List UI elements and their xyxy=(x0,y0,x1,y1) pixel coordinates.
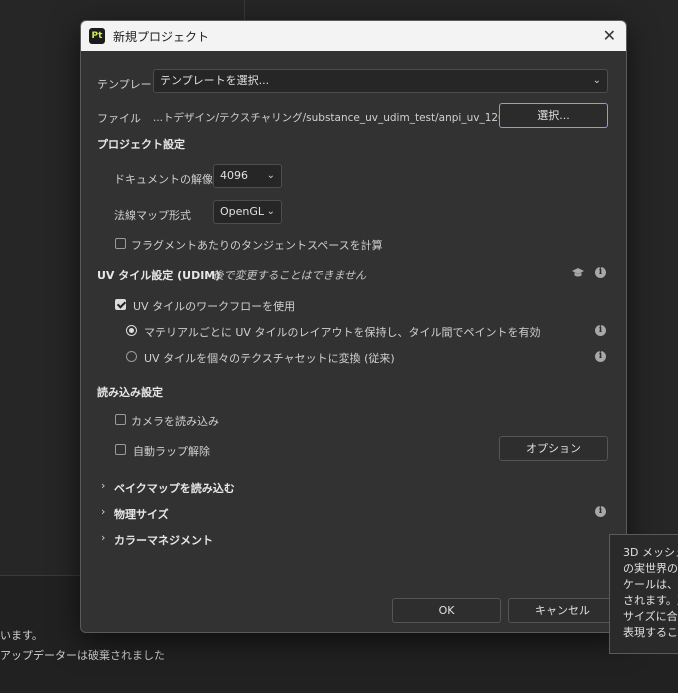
dialog-title: 新規プロジェクト xyxy=(113,30,210,44)
graduation-cap-icon[interactable] xyxy=(571,267,585,279)
uv-layout-radio-label: マテリアルごとに UV タイルのレイアウトを保持し、タイル間でペイントを有効 xyxy=(144,326,541,339)
dialog-titlebar: Pt 新規プロジェクト ✕ xyxy=(81,21,626,51)
camera-checkbox[interactable] xyxy=(115,414,126,425)
chevron-right-icon[interactable]: › xyxy=(101,479,105,492)
info-icon[interactable]: i xyxy=(595,325,606,336)
tooltip-line: ケールは、メ xyxy=(623,578,678,591)
project-settings-header: プロジェクト設定 xyxy=(97,138,185,151)
app-logo-icon: Pt xyxy=(89,28,105,44)
chevron-down-icon: ⌄ xyxy=(592,75,601,86)
template-select-value: テンプレートを選択... xyxy=(160,74,270,87)
auto-unwrap-checkbox[interactable] xyxy=(115,444,126,455)
file-label: ファイル xyxy=(97,112,141,125)
tooltip-line: 表現すること xyxy=(623,626,678,639)
normal-map-label: 法線マップ形式 xyxy=(114,209,191,222)
info-icon[interactable]: i xyxy=(595,351,606,362)
new-project-dialog: Pt 新規プロジェクト ✕ テンプレート テンプレートを選択... ⌄ ファイル… xyxy=(80,20,627,633)
chevron-down-icon: ⌄ xyxy=(266,170,275,181)
select-file-button[interactable]: 選択... xyxy=(499,103,608,128)
ok-button[interactable]: OK xyxy=(392,598,501,623)
info-icon[interactable]: i xyxy=(595,506,606,517)
physical-size-tooltip: 3D メッシュの の実世界の ケールは、メ されます。正 サイズに合わ 表現する… xyxy=(609,534,678,654)
camera-checkbox-label: カメラを読み込み xyxy=(131,415,219,428)
tangent-checkbox-label: フラグメントあたりのタンジェントスペースを計算 xyxy=(131,239,383,252)
resolution-label: ドキュメントの解像度 xyxy=(114,173,224,186)
tangent-checkbox[interactable] xyxy=(115,238,126,249)
chevron-right-icon[interactable]: › xyxy=(101,505,105,518)
options-button[interactable]: オプション xyxy=(499,436,608,461)
uv-workflow-checkbox[interactable] xyxy=(115,299,126,310)
tooltip-line: の実世界の xyxy=(623,562,678,575)
file-path: ...トデザイン/テクスチャリング/substance_uv_udim_test… xyxy=(153,112,531,124)
log-line: アップデーターは破棄されました xyxy=(0,649,165,662)
normal-map-select[interactable]: OpenGL ⌄ xyxy=(213,200,282,224)
physical-size-section[interactable]: 物理サイズ xyxy=(114,506,169,522)
uv-layout-radio[interactable] xyxy=(126,325,137,336)
tooltip-line: されます。正 xyxy=(623,594,678,607)
bake-maps-section[interactable]: ベイクマップを読み込む xyxy=(114,480,235,496)
template-select[interactable]: テンプレートを選択... ⌄ xyxy=(153,69,608,93)
resolution-select[interactable]: 4096 ⌄ xyxy=(213,164,282,188)
chevron-right-icon[interactable]: › xyxy=(101,531,105,544)
color-management-section[interactable]: カラーマネジメント xyxy=(114,532,213,548)
uv-settings-header: UV タイル設定 (UDIM) xyxy=(97,269,221,282)
normal-map-value: OpenGL xyxy=(220,205,265,218)
uv-workflow-checkbox-label: UV タイルのワークフローを使用 xyxy=(133,300,296,313)
tooltip-line: 3D メッシュの xyxy=(623,546,678,559)
resolution-value: 4096 xyxy=(220,169,248,182)
close-icon[interactable]: ✕ xyxy=(603,26,616,45)
chevron-down-icon: ⌄ xyxy=(266,206,275,217)
cancel-button[interactable]: キャンセル xyxy=(508,598,617,623)
info-icon[interactable]: i xyxy=(595,267,606,278)
tooltip-line: サイズに合わ xyxy=(623,610,678,623)
uv-convert-radio[interactable] xyxy=(126,351,137,362)
import-settings-header: 読み込み設定 xyxy=(97,386,163,399)
panel-divider xyxy=(244,0,245,20)
uv-settings-note: - 後で変更することはできません xyxy=(205,269,367,282)
log-line: います。 xyxy=(0,629,43,642)
auto-unwrap-checkbox-label: 自動ラップ解除 xyxy=(133,445,210,458)
uv-convert-radio-label: UV タイルを個々のテクスチャセットに変換 (従来) xyxy=(144,352,395,365)
